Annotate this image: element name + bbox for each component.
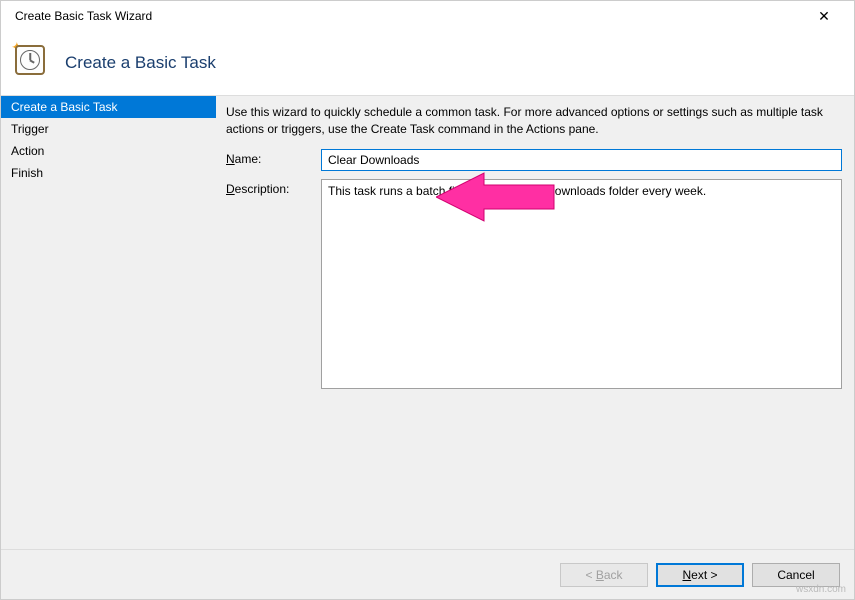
name-label: Name:: [226, 149, 321, 166]
description-label: Description:: [226, 179, 321, 196]
intro-text: Use this wizard to quickly schedule a co…: [226, 104, 842, 139]
close-icon[interactable]: ✕: [804, 8, 844, 25]
name-input[interactable]: [321, 149, 842, 171]
wizard-body: Create a Basic Task Trigger Action Finis…: [1, 96, 854, 551]
description-row: Description:: [226, 179, 842, 389]
watermark-text: wsxdn.com: [796, 584, 846, 595]
task-clock-icon: ✦: [15, 45, 51, 81]
sidebar-step-trigger[interactable]: Trigger: [1, 118, 216, 140]
wizard-main-pane: Use this wizard to quickly schedule a co…: [216, 96, 854, 551]
wizard-title: Create a Basic Task: [65, 53, 216, 73]
wizard-header: ✦ Create a Basic Task: [1, 31, 854, 96]
wizard-steps-sidebar: Create a Basic Task Trigger Action Finis…: [1, 96, 216, 551]
name-row: Name:: [226, 149, 842, 171]
cancel-button[interactable]: Cancel: [752, 563, 840, 587]
sidebar-step-create-basic-task[interactable]: Create a Basic Task: [1, 96, 216, 118]
next-button[interactable]: Next >: [656, 563, 744, 587]
window-title: Create Basic Task Wizard: [11, 9, 152, 23]
titlebar: Create Basic Task Wizard ✕: [1, 1, 854, 31]
sidebar-step-finish[interactable]: Finish: [1, 162, 216, 184]
wizard-button-bar: < Back Next > Cancel: [1, 549, 854, 599]
back-button: < Back: [560, 563, 648, 587]
description-input[interactable]: [321, 179, 842, 389]
sidebar-step-action[interactable]: Action: [1, 140, 216, 162]
